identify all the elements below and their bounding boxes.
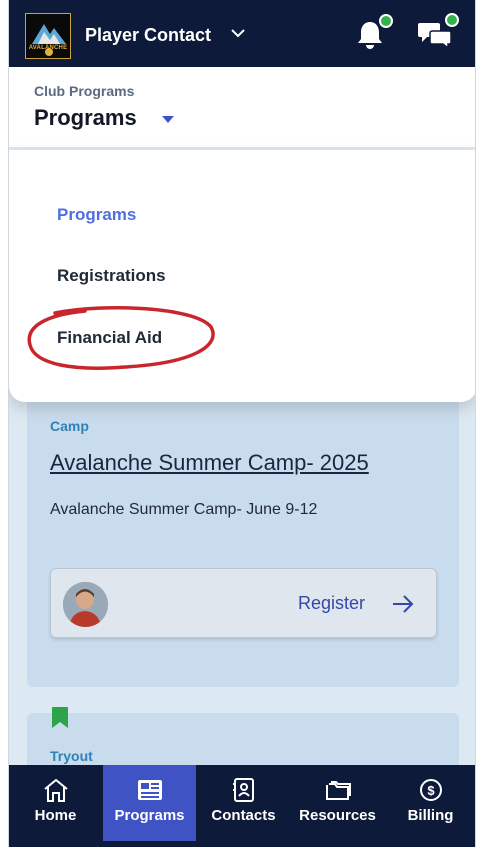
hand-drawn-circle-annotation: [27, 306, 215, 370]
programs-icon: [137, 780, 162, 800]
avatar: [63, 582, 108, 627]
nav-home[interactable]: Home: [9, 765, 102, 841]
program-type-tag: Camp: [50, 418, 89, 434]
app-title[interactable]: Player Contact: [85, 25, 211, 46]
program-title-link[interactable]: Avalanche Summer Camp- 2025: [50, 450, 369, 476]
nav-label: Home: [34, 807, 77, 824]
billing-icon: $: [419, 779, 442, 801]
app-shell: AVALANCHE Player Contact Club Programs P…: [8, 0, 476, 847]
person-avatar-icon: [63, 582, 108, 627]
menu-item-programs[interactable]: Programs: [57, 205, 136, 225]
bookmark-icon[interactable]: [51, 707, 69, 729]
bottom-navigation: Home Programs Contacts Resources $ Billi…: [9, 765, 475, 847]
register-button[interactable]: Register: [298, 593, 365, 614]
nav-label: Contacts: [211, 807, 276, 824]
nav-resources[interactable]: Resources: [291, 765, 384, 841]
notification-dot: [379, 14, 393, 28]
program-description: Avalanche Summer Camp- June 9-12: [50, 501, 318, 518]
section-selector[interactable]: Programs: [34, 105, 137, 131]
menu-item-registrations[interactable]: Registrations: [57, 266, 166, 286]
message-dot: [445, 13, 459, 27]
home-icon: [43, 778, 68, 802]
nav-label: Billing: [407, 807, 454, 824]
chevron-down-icon[interactable]: [229, 26, 247, 40]
section-overline: Club Programs: [34, 83, 135, 99]
club-logo[interactable]: AVALANCHE: [25, 13, 71, 59]
register-row[interactable]: Register: [50, 568, 437, 638]
nav-programs[interactable]: Programs: [103, 765, 196, 841]
svg-text:$: $: [427, 783, 435, 798]
top-header: AVALANCHE Player Contact: [9, 0, 475, 67]
nav-label: Resources: [299, 807, 376, 824]
logo-lettering: AVALANCHE: [28, 45, 68, 51]
program-type-tag: Tryout: [50, 748, 93, 764]
nav-label: Programs: [114, 807, 185, 824]
programs-dropdown-menu: Programs Registrations Financial Aid: [9, 150, 475, 402]
section-header: Club Programs Programs: [9, 67, 475, 147]
nav-billing[interactable]: $ Billing: [384, 765, 475, 841]
program-card: Camp Avalanche Summer Camp- 2025 Avalanc…: [27, 395, 459, 687]
mountain-logo-icon: [32, 24, 66, 56]
caret-down-icon[interactable]: [161, 114, 175, 124]
folder-icon: [325, 781, 351, 800]
nav-contacts[interactable]: Contacts: [197, 765, 290, 841]
arrow-right-icon[interactable]: [391, 594, 415, 614]
contacts-icon: [232, 778, 254, 802]
